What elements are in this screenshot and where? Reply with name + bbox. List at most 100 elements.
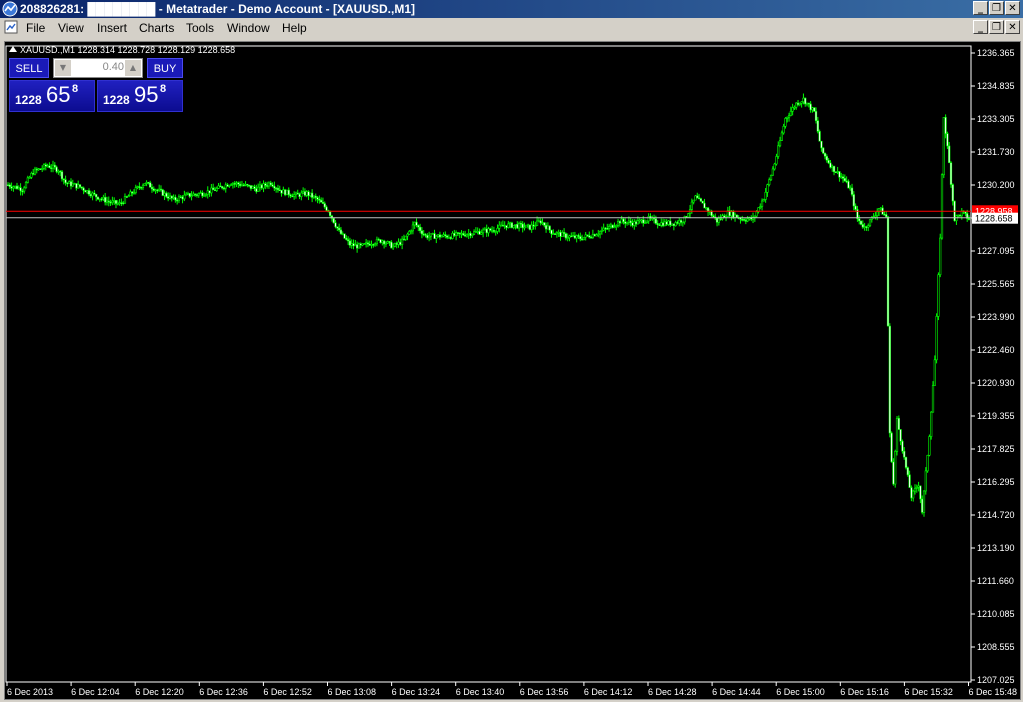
menu-view[interactable]: View — [58, 21, 84, 35]
y-tick-label: 1211.660 — [977, 576, 1014, 586]
menu-insert[interactable]: Insert — [97, 21, 127, 35]
menu-window[interactable]: Window — [227, 21, 270, 35]
buy-price-button[interactable]: 1228 95 8 — [97, 80, 183, 112]
candle-body — [467, 232, 470, 235]
candle-body — [456, 232, 460, 234]
candle-body — [68, 181, 71, 184]
candle-body — [874, 215, 877, 218]
minimize-button[interactable]: _ — [973, 1, 988, 15]
sell-price-major: 1228 — [15, 93, 42, 107]
candle-body — [208, 190, 211, 194]
candle-body — [230, 184, 233, 186]
candle-body — [26, 177, 29, 183]
candle-body — [503, 225, 506, 227]
candle-body — [188, 193, 191, 197]
candle-body — [921, 498, 924, 513]
candle-body — [275, 187, 278, 190]
candle-body — [670, 223, 674, 226]
candle-body — [96, 196, 100, 200]
menu-tools[interactable]: Tools — [186, 21, 214, 35]
mdi-close-button[interactable]: ✕ — [1005, 20, 1020, 34]
candle-body — [336, 226, 339, 229]
candle-body — [625, 221, 629, 224]
candle-body — [59, 171, 62, 173]
menu-bar: File View Insert Charts Tools Window Hel… — [0, 18, 1023, 38]
buy-button[interactable]: BUY — [147, 58, 183, 78]
candle-body — [104, 196, 107, 203]
candle-body — [543, 222, 546, 226]
candle-body — [530, 224, 533, 230]
candle-body — [348, 240, 352, 246]
mdi-minimize-button[interactable]: _ — [973, 20, 988, 34]
candle-body — [661, 222, 665, 227]
y-tick-label: 1214.720 — [977, 510, 1015, 520]
candle-body — [613, 226, 616, 228]
candle-body — [598, 231, 602, 235]
candle-body — [701, 200, 704, 204]
menu-charts[interactable]: Charts — [139, 21, 174, 35]
candle-body — [494, 231, 497, 233]
candle-body — [408, 231, 411, 235]
candle-body — [460, 233, 463, 235]
candle-body — [172, 196, 175, 199]
lot-decrease-icon[interactable]: ▼ — [55, 60, 71, 76]
candle-body — [69, 181, 73, 187]
candle-body — [280, 189, 283, 194]
candle-body — [87, 190, 91, 195]
lot-size-field[interactable]: ▼ 0.40 ▲ — [53, 58, 143, 78]
candle-body — [922, 490, 926, 513]
candle-body — [82, 187, 85, 191]
candle-body — [14, 185, 17, 188]
close-button[interactable]: ✕ — [1005, 1, 1020, 15]
mdi-restore-button[interactable]: ❐ — [989, 20, 1004, 34]
candle-body — [829, 162, 832, 168]
chart-window[interactable]: XAUUSD.,M1 1228.314 1228.728 1228.129 12… — [4, 41, 1021, 700]
menu-file[interactable]: File — [26, 21, 45, 35]
y-tick-label: 1207.025 — [977, 675, 1015, 685]
menu-help[interactable]: Help — [282, 21, 307, 35]
candle-body — [53, 164, 56, 168]
candle-body — [582, 236, 585, 240]
candle-body — [372, 244, 375, 246]
sell-price-button[interactable]: 1228 65 8 — [9, 80, 95, 112]
candle-body — [912, 490, 915, 499]
candle-body — [474, 231, 478, 233]
restore-button[interactable]: ❐ — [989, 1, 1004, 15]
candle-body — [820, 140, 823, 149]
candle-body — [154, 189, 157, 192]
candle-body — [447, 237, 451, 239]
candle-body — [451, 233, 454, 239]
candle-body — [818, 131, 821, 142]
candle-body — [347, 239, 350, 242]
candle-body — [381, 240, 384, 243]
candle-body — [894, 451, 897, 485]
candle-body — [138, 186, 141, 188]
candle-body — [221, 186, 224, 189]
candle-body — [584, 234, 587, 238]
candle-body — [269, 182, 272, 186]
candle-body — [185, 193, 188, 196]
candle-body — [570, 235, 573, 238]
chart-document-icon[interactable] — [4, 20, 18, 34]
candle-body — [937, 274, 940, 317]
sell-button[interactable]: SELL — [9, 58, 49, 78]
candle-body — [735, 214, 738, 218]
candle-body — [6, 184, 10, 187]
candle-body — [57, 171, 60, 173]
candle-body — [165, 192, 168, 197]
candle-body — [620, 218, 623, 224]
candle-body — [773, 163, 776, 170]
candle-body — [341, 233, 344, 236]
candle-body — [611, 224, 614, 228]
candle-body — [48, 165, 51, 168]
lot-size-value[interactable]: 0.40 — [72, 61, 124, 73]
x-tick-label: 6 Dec 15:32 — [904, 687, 953, 697]
candle-body — [179, 196, 182, 199]
x-tick-label: 6 Dec 15:16 — [840, 687, 889, 697]
candle-body — [593, 234, 596, 237]
lot-increase-icon[interactable]: ▲ — [125, 60, 141, 76]
candle-body — [42, 164, 46, 169]
candle-body — [800, 101, 803, 104]
price-chart[interactable]: XAUUSD.,M1 1228.314 1228.728 1228.129 12… — [5, 42, 1020, 699]
candle-body — [444, 234, 447, 237]
